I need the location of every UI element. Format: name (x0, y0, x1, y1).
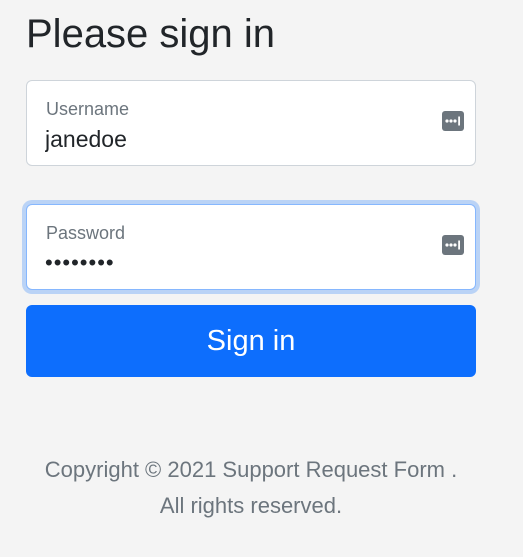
copyright-text: Copyright © 2021 Support Request Form . (44, 457, 458, 482)
username-label: Username (46, 99, 130, 119)
password-field[interactable]: Password (26, 204, 476, 290)
username-input[interactable] (45, 123, 425, 155)
rights-reserved-text: All rights reserved. (159, 493, 343, 518)
page-title: Please sign in (26, 12, 276, 56)
password-label: Password (46, 223, 126, 243)
footer-copyright: Copyright © 2021 Support Request Form . … (26, 452, 476, 524)
sign-in-button[interactable]: Sign in (26, 305, 476, 377)
password-input[interactable] (45, 247, 425, 279)
username-field[interactable]: Username (26, 80, 476, 166)
password-manager-icon[interactable] (442, 235, 464, 255)
password-manager-icon[interactable] (442, 111, 464, 131)
